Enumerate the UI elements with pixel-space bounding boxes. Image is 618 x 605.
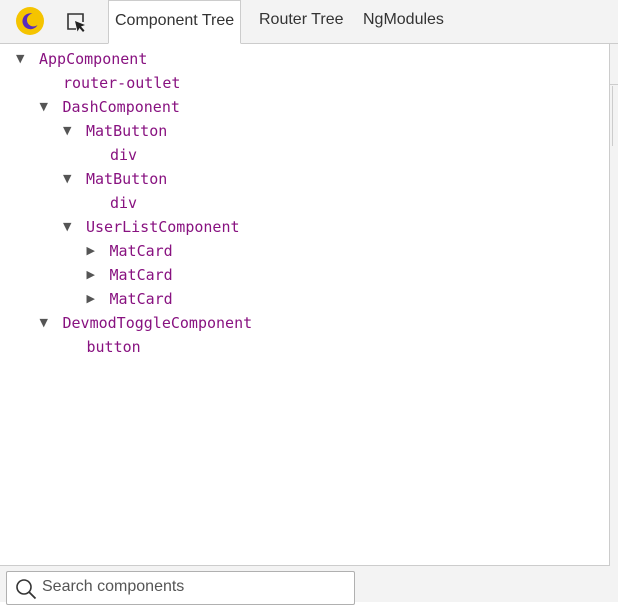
tree-node-label: DevmodToggleComponent bbox=[62, 314, 253, 332]
search-field[interactable] bbox=[6, 571, 355, 605]
tree-node-label: DashComponent bbox=[62, 98, 180, 116]
tab-router-tree[interactable]: Router Tree bbox=[259, 0, 343, 44]
caret-right-icon[interactable]: ▶ bbox=[87, 239, 99, 263]
tree-node-label: MatCard bbox=[109, 266, 173, 284]
tree-node[interactable]: ▼ DashComponent bbox=[40, 95, 180, 119]
caret-down-icon[interactable]: ▼ bbox=[16, 47, 28, 71]
search-icon bbox=[16, 579, 37, 600]
tree-node[interactable]: router-outlet bbox=[63, 71, 180, 95]
toolbar: Component Tree Router Tree NgModules bbox=[0, 0, 618, 44]
caret-down-icon[interactable]: ▼ bbox=[40, 311, 52, 335]
tree-node[interactable]: ▶ MatCard bbox=[87, 287, 173, 311]
tree-node-label: button bbox=[86, 338, 141, 356]
tree-node-label: router-outlet bbox=[63, 74, 181, 92]
tree-node[interactable]: ▼ UserListComponent bbox=[63, 215, 240, 239]
tree-node[interactable]: div bbox=[110, 191, 137, 215]
tree-node[interactable]: ▶ MatCard bbox=[87, 263, 173, 287]
tree-node[interactable]: ▼ MatButton bbox=[63, 119, 167, 143]
side-panel-edge bbox=[610, 44, 618, 602]
cursor-select-icon bbox=[67, 13, 85, 32]
tree-node-label: MatButton bbox=[86, 122, 168, 140]
component-tree-panel: ▼ AppComponent router-outlet ▼ DashComponent… bbox=[0, 44, 610, 565]
caret-down-icon[interactable]: ▼ bbox=[63, 215, 75, 239]
theme-toggle-button[interactable] bbox=[14, 5, 46, 37]
search-input[interactable] bbox=[42, 574, 342, 600]
search-bar bbox=[0, 565, 610, 605]
moon-icon bbox=[16, 7, 44, 35]
tree-node-label: MatCard bbox=[109, 290, 173, 308]
tab-component-tree[interactable]: Component Tree bbox=[108, 0, 242, 44]
tree-node-label: div bbox=[110, 146, 138, 164]
inspect-element-button[interactable] bbox=[63, 9, 89, 35]
tree-node-label: MatCard bbox=[109, 242, 173, 260]
tree-node[interactable]: div bbox=[110, 143, 137, 167]
caret-down-icon[interactable]: ▼ bbox=[40, 95, 52, 119]
tab-ngmodules[interactable]: NgModules bbox=[363, 0, 444, 44]
tree-node-label: UserListComponent bbox=[86, 218, 240, 236]
caret-right-icon[interactable]: ▶ bbox=[87, 263, 99, 287]
tree-node-label: MatButton bbox=[86, 170, 168, 188]
tree-node-label: div bbox=[110, 194, 138, 212]
tree-node[interactable]: button bbox=[87, 335, 141, 359]
tree-node[interactable]: ▼ MatButton bbox=[63, 167, 167, 191]
caret-down-icon[interactable]: ▼ bbox=[63, 167, 75, 191]
caret-down-icon[interactable]: ▼ bbox=[63, 119, 75, 143]
tree-node[interactable]: ▼ AppComponent bbox=[16, 47, 147, 71]
tree-node[interactable]: ▶ MatCard bbox=[87, 239, 173, 263]
tree-node-label: AppComponent bbox=[39, 50, 148, 68]
tree-node[interactable]: ▼ DevmodToggleComponent bbox=[40, 311, 253, 335]
caret-right-icon[interactable]: ▶ bbox=[87, 287, 99, 311]
